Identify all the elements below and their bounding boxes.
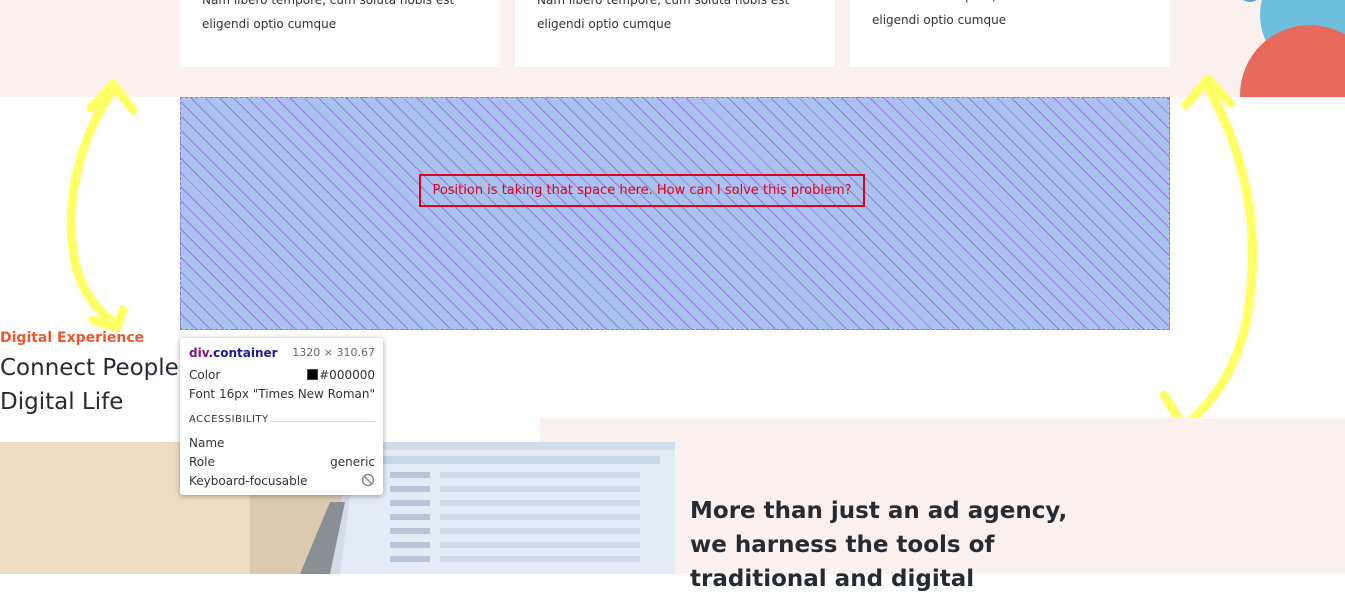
inspector-focusable-row: Keyboard-focusable: [189, 472, 375, 490]
font-label: Font: [189, 387, 216, 401]
container-highlight-overlay: [180, 97, 1170, 330]
divider: [270, 421, 375, 422]
role-label: Role: [189, 455, 215, 469]
inspector-name-row: Name: [189, 434, 375, 452]
annotation-box: Position is taking that space here. How …: [419, 174, 865, 207]
font-value: 16px "Times New Roman": [218, 387, 375, 401]
not-allowed-icon: [361, 472, 375, 490]
element-size: 1320 × 310.67: [292, 346, 375, 359]
section-eyebrow: Digital Experience: [0, 330, 145, 346]
feature-card: Nam libero tempore, cum soluta nobis est…: [850, 0, 1170, 67]
heading-line: Digital Life: [0, 389, 124, 415]
section-heading: Connect People Digital Life: [0, 351, 179, 419]
card-text-line: eligendi optio cumque: [202, 17, 337, 31]
role-value: generic: [330, 455, 375, 469]
feature-card: Nam libero tempore, cum soluta nobis est…: [515, 0, 835, 67]
card-text-line: Nam libero tempore, cum soluta nobis est: [537, 0, 790, 7]
about-heading-line: traditional and digital: [690, 566, 975, 592]
card-text-line: Nam libero tempore, cum soluta nobis est: [202, 0, 455, 7]
heading-line: Connect People: [0, 355, 179, 381]
inspector-color-row: Color #000000: [189, 366, 375, 384]
element-class: .container: [208, 346, 278, 360]
card-text: Nam libero tempore, cum soluta nobis est…: [872, 0, 1162, 32]
color-value: #000000: [319, 368, 375, 382]
card-text: Nam libero tempore, cum soluta nobis est…: [202, 0, 492, 36]
inspector-element-row: div.container 1320 × 310.67: [189, 344, 375, 362]
card-text: Nam libero tempore, cum soluta nobis est…: [537, 0, 827, 36]
annotation-text: Position is taking that space here. How …: [432, 183, 852, 198]
name-label: Name: [189, 436, 225, 450]
double-arrow-icon: [1159, 74, 1258, 432]
accessibility-heading: ACCESSIBILITY: [189, 414, 269, 425]
feature-card: Nam libero tempore, cum soluta nobis est…: [180, 0, 500, 67]
card-text-line: eligendi optio cumque: [537, 17, 672, 31]
card-text-line: Nam libero tempore, cum soluta nobis est: [872, 0, 1162, 8]
about-heading-line: More than just an ad agency,: [690, 498, 1068, 524]
element-tag: div: [189, 346, 209, 360]
color-label: Color: [189, 368, 221, 382]
about-heading: More than just an ad agency, we harness …: [690, 494, 1110, 596]
focusable-label: Keyboard-focusable: [189, 474, 308, 488]
devtools-inspector-tooltip: div.container 1320 × 310.67 Color #00000…: [180, 338, 383, 495]
about-heading-line: we harness the tools of: [690, 532, 995, 558]
color-swatch-icon: [307, 369, 319, 380]
card-text-line: eligendi optio cumque: [872, 13, 1007, 27]
inspector-role-row: Role generic: [189, 453, 375, 471]
inspector-font-row: Font 16px "Times New Roman": [189, 385, 375, 403]
double-arrow-icon: [66, 79, 138, 333]
